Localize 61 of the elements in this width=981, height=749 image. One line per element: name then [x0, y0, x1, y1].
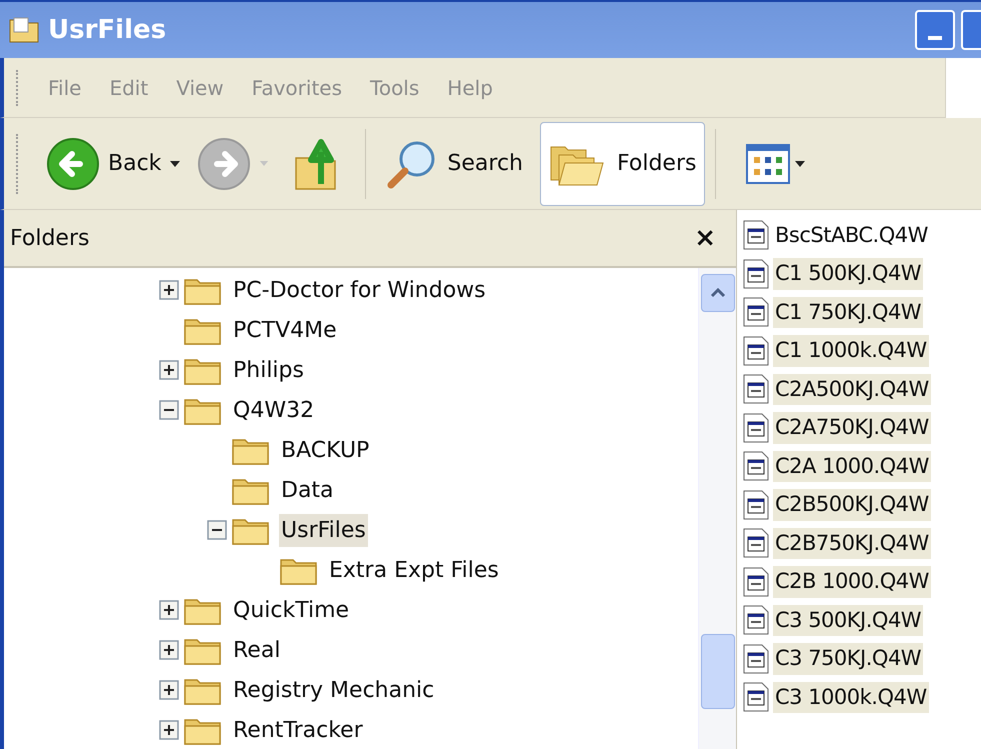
up-chevron-icon	[710, 288, 726, 298]
file-name[interactable]: BscStABC.Q4W	[773, 220, 930, 251]
tree-item[interactable]: Registry Mechanic	[231, 674, 436, 706]
file-name[interactable]: C1 750KJ.Q4W	[773, 296, 924, 328]
tree-item[interactable]: UsrFiles	[279, 514, 368, 546]
tree-item[interactable]: PCTV4Me	[231, 314, 339, 346]
file-name[interactable]: C2A 1000.Q4W	[773, 450, 931, 482]
document-icon	[743, 374, 769, 404]
document-icon	[743, 605, 769, 636]
file-name[interactable]: C2A500KJ.Q4W	[773, 374, 931, 405]
tree-item[interactable]: BACKUP	[279, 434, 372, 466]
dropdown-arrow-icon[interactable]	[794, 160, 806, 168]
file-name[interactable]: C2B500KJ.Q4W	[773, 489, 931, 520]
collapse-icon[interactable]	[207, 520, 227, 540]
file-name[interactable]: C3 500KJ.Q4W	[773, 604, 924, 636]
folders-button[interactable]: Folders	[540, 122, 706, 206]
tree-item[interactable]: Q4W32	[231, 394, 316, 426]
dropdown-arrow-icon[interactable]	[169, 160, 182, 168]
expand-icon[interactable]	[159, 640, 179, 660]
pane-title: Folders	[10, 224, 90, 252]
close-button[interactable]: ×	[694, 225, 716, 251]
document-icon	[743, 258, 769, 289]
back-button[interactable]: Back	[46, 136, 162, 190]
file-name[interactable]: C1 500KJ.Q4W	[773, 258, 924, 290]
tree-item[interactable]: PC-Doctor for Windows	[231, 274, 488, 306]
document-icon	[743, 336, 769, 366]
file-name[interactable]: C3 1000k.Q4W	[773, 682, 929, 713]
expand-icon[interactable]	[159, 280, 179, 300]
minimize-button[interactable]	[915, 10, 955, 50]
folder-icon	[8, 16, 40, 44]
file-name[interactable]: C3 750KJ.Q4W	[773, 643, 924, 674]
document-icon	[743, 644, 769, 674]
file-name[interactable]: C2B 1000.Q4W	[773, 566, 931, 598]
tree-item[interactable]: RentTracker	[231, 714, 365, 746]
tree-item[interactable]: Extra Expt Files	[327, 554, 501, 586]
file-name[interactable]: C2A750KJ.Q4W	[773, 412, 931, 444]
views-button[interactable]	[746, 144, 790, 184]
window-title: UsrFiles	[48, 14, 166, 46]
file-name[interactable]: C2B750KJ.Q4W	[773, 528, 931, 559]
document-icon	[743, 682, 769, 712]
expand-icon[interactable]	[159, 360, 179, 380]
tree-item[interactable]: Data	[279, 474, 336, 506]
expand-icon[interactable]	[159, 720, 179, 740]
expand-icon[interactable]	[159, 680, 179, 700]
tree-item[interactable]: Philips	[231, 354, 306, 386]
maximize-button[interactable]	[961, 10, 981, 50]
document-icon	[743, 451, 769, 482]
document-icon	[743, 566, 769, 597]
document-icon	[743, 297, 769, 328]
search-button[interactable]: Search	[376, 122, 532, 206]
tree-item[interactable]: QuickTime	[231, 594, 352, 626]
tree-item[interactable]: Real	[231, 634, 282, 666]
scrollbar-thumb[interactable]	[700, 634, 734, 709]
file-name[interactable]: C1 1000k.Q4W	[773, 335, 929, 366]
document-icon	[743, 528, 769, 558]
scrollbar[interactable]	[698, 268, 736, 749]
collapse-icon[interactable]	[159, 400, 179, 420]
document-icon	[743, 220, 769, 250]
document-icon	[743, 412, 769, 443]
expand-icon[interactable]	[159, 600, 179, 620]
document-icon	[743, 490, 769, 520]
